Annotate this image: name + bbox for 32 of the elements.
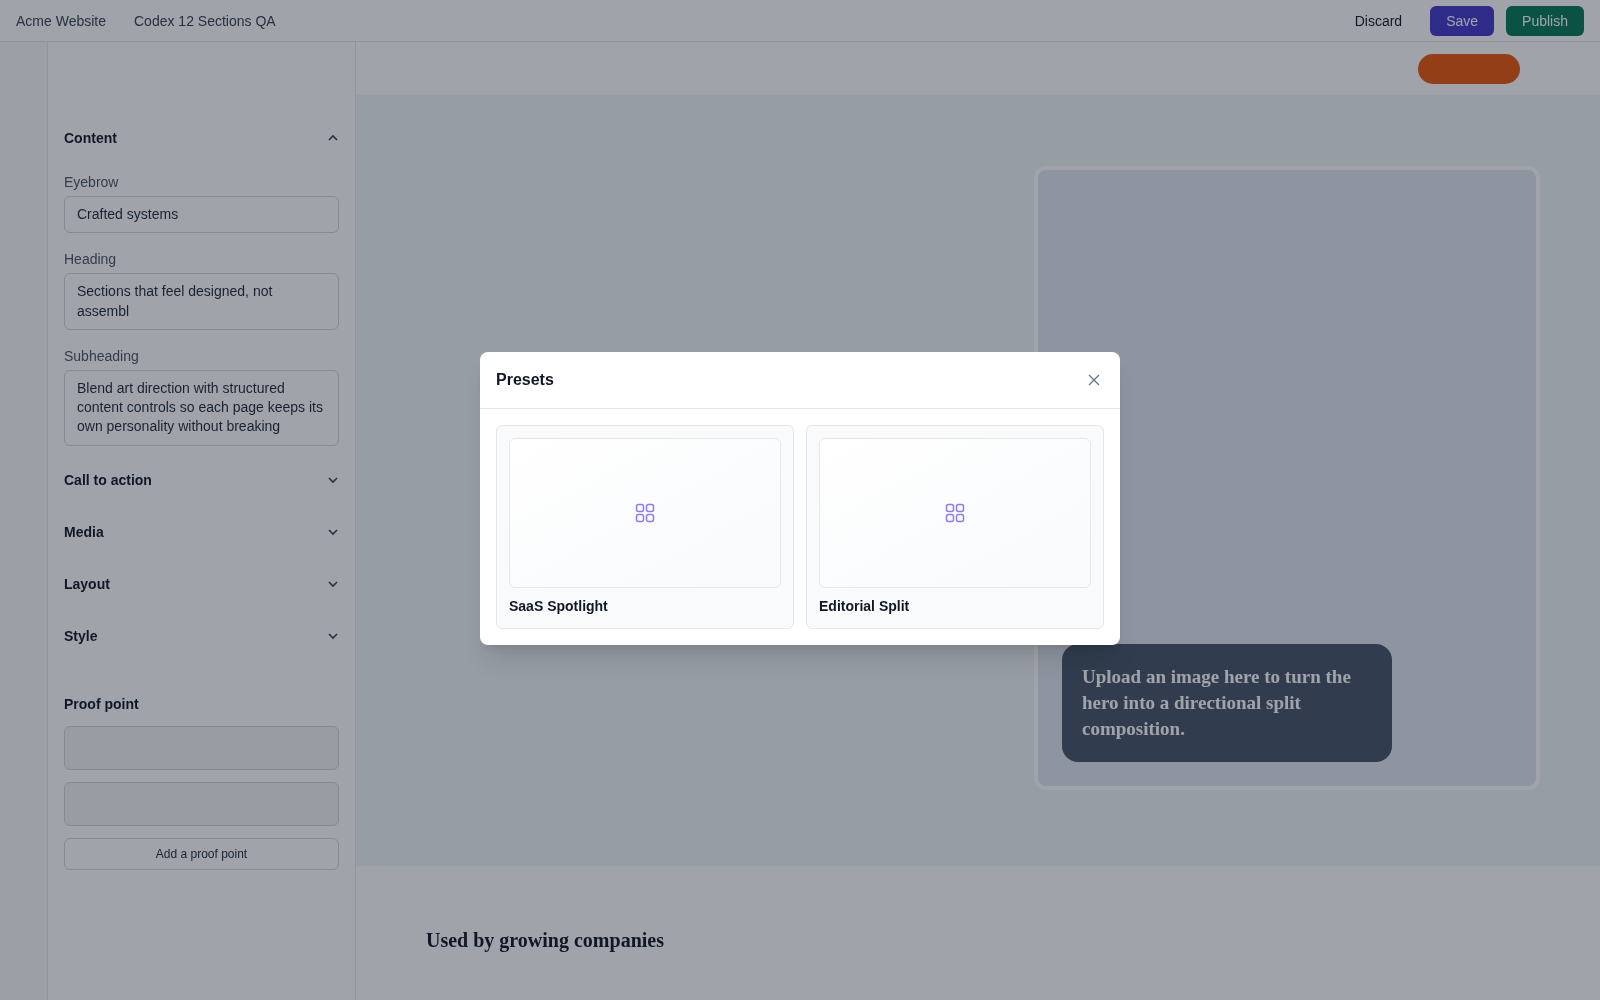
section-header[interactable]: Media: [64, 505, 339, 558]
section-header[interactable]: Style: [64, 609, 339, 662]
field-label: Eyebrow: [64, 173, 120, 192]
site-name[interactable]: Acme Website: [16, 10, 106, 31]
preset-card[interactable]: Editorial Split: [806, 425, 1104, 629]
proof-point-title: Proof point: [64, 694, 140, 714]
add-proof-point-button[interactable]: Add a proof point: [64, 837, 339, 870]
caption-text: Upload an image here to turn the hero into a directional split composition.: [1082, 664, 1352, 741]
section-header[interactable]: Layout: [64, 557, 339, 610]
section-title: Layout: [64, 574, 110, 594]
preset-name: Editorial Split: [819, 597, 911, 616]
input-field[interactable]: Blend art direction with structured content controls so each page keeps its own personality without breaking: [64, 369, 339, 446]
field-label: Subheading: [64, 346, 140, 366]
section-title: Content: [64, 129, 117, 148]
toolbar-button[interactable]: Save: [1430, 5, 1495, 36]
input-field[interactable]: Sections that feel designed, not assembl: [64, 273, 339, 330]
grid-icon: [635, 503, 655, 523]
field-label: Heading: [64, 250, 118, 270]
cta-pill[interactable]: [1418, 53, 1520, 84]
toolbar-button[interactable]: Publish: [1506, 5, 1584, 36]
preset-card[interactable]: SaaS Spotlight: [496, 425, 794, 629]
grid-icon: [945, 503, 965, 523]
page-name[interactable]: Codex 12 Sections QA: [134, 10, 276, 31]
input-field[interactable]: Crafted systems: [64, 196, 339, 234]
section-header[interactable]: Call to action: [64, 453, 339, 506]
dialog-title: Presets: [496, 370, 554, 390]
section-heading: Used by growing companies: [426, 928, 665, 954]
section-title: Call to action: [64, 470, 152, 490]
section-header[interactable]: Content: [64, 112, 339, 164]
section-title: Media: [64, 522, 104, 542]
preset-name: SaaS Spotlight: [509, 597, 609, 616]
section-title: Style: [64, 626, 98, 646]
